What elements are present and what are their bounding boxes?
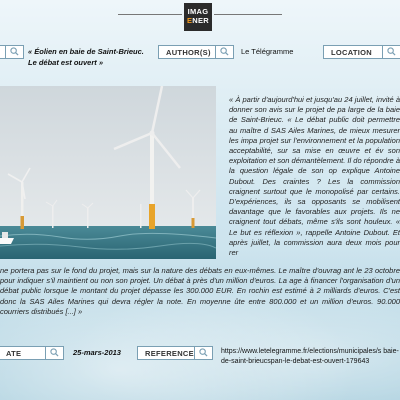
search-icon	[387, 47, 396, 56]
wind-farm-photo	[0, 86, 216, 259]
title-search-button[interactable]	[5, 46, 23, 58]
location-search-button[interactable]	[382, 46, 400, 58]
article-text-right-column: « À partir d'aujourd'hui et jusqu'au 24 …	[229, 95, 400, 258]
reference-field[interactable]: REFERENCE	[137, 346, 213, 360]
search-icon	[220, 47, 229, 56]
author-name: Le Télégramme	[241, 47, 294, 56]
date-field[interactable]: ATE	[0, 346, 64, 360]
title-field[interactable]	[0, 45, 24, 59]
date-value: 25-mars-2013	[73, 348, 121, 357]
search-icon	[199, 348, 208, 357]
reference-url[interactable]: https://www.letelegramme.fr/elections/mu…	[221, 347, 400, 367]
date-search-button[interactable]	[45, 347, 63, 359]
article-text-bottom: ne portera pas sur le fond du projet, ma…	[0, 266, 400, 316]
search-icon	[50, 348, 59, 357]
location-field[interactable]: LOCATION	[323, 45, 400, 59]
imagener-logo: IMAG ENER	[184, 3, 212, 31]
article-title: « Éolien en baie de Saint-Brieuc. Le déb…	[28, 47, 144, 67]
header-rule-right	[214, 14, 282, 15]
author-search-button[interactable]	[215, 46, 233, 58]
author-field[interactable]: AUTHOR(S)	[158, 45, 234, 59]
header-rule-left	[118, 14, 182, 15]
search-icon	[10, 47, 19, 56]
reference-search-button[interactable]	[194, 347, 212, 359]
